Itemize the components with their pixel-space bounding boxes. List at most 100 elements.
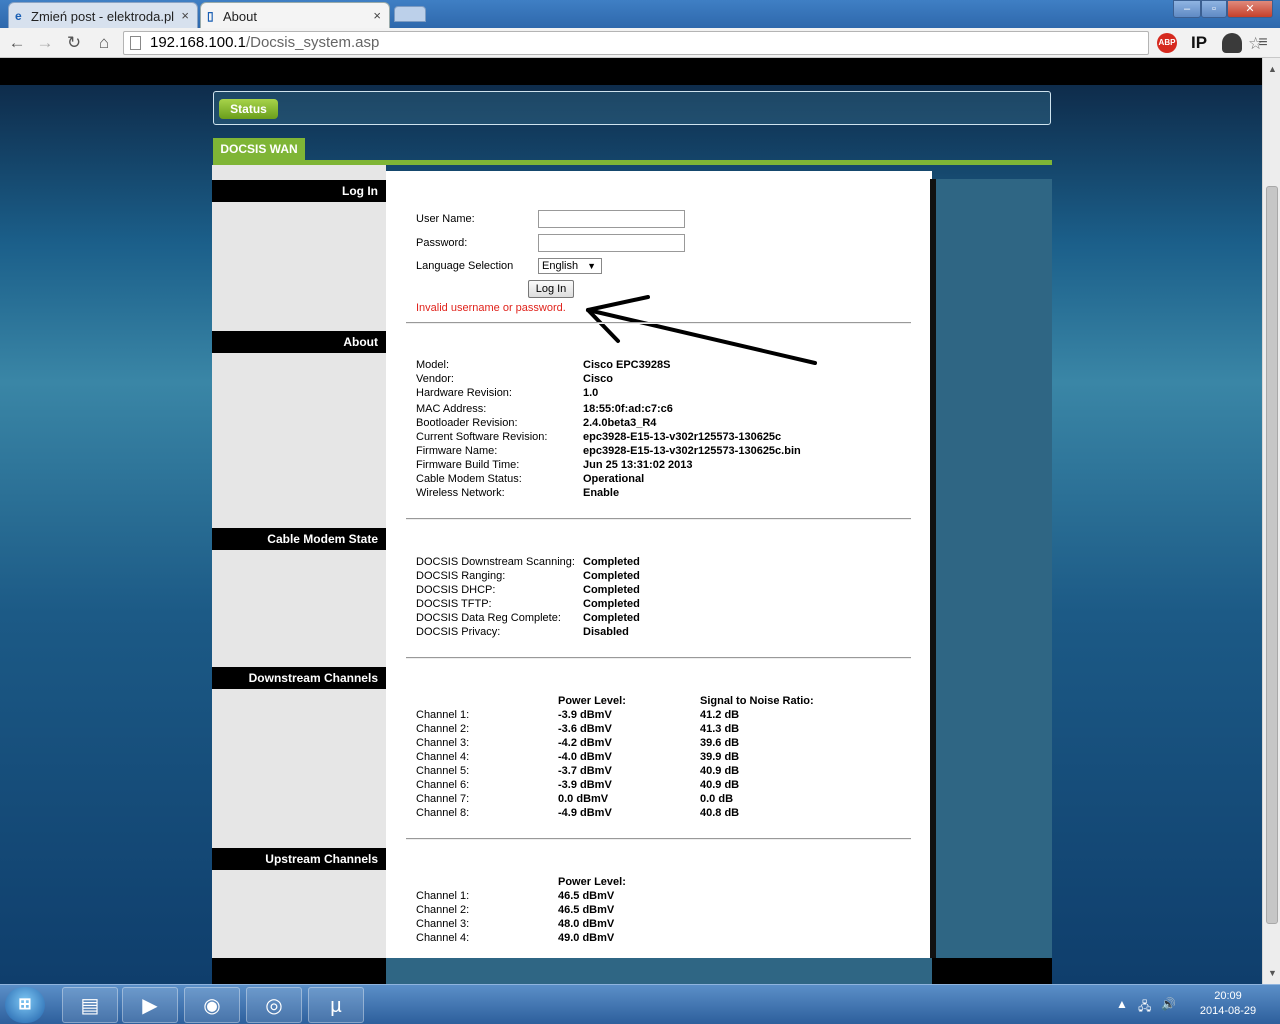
chrome-icon[interactable]: ◎ xyxy=(246,987,302,1023)
minimize-button[interactable]: – xyxy=(1173,0,1201,18)
maximize-button[interactable]: ▫ xyxy=(1201,0,1227,18)
downstream-row-snr: 0.0 dB xyxy=(700,793,734,805)
section-header-downstream: Downstream Channels xyxy=(212,667,386,689)
about-row-label: MAC Address: xyxy=(416,403,487,415)
language-select[interactable]: English ▼ xyxy=(538,258,602,274)
downstream-row-channel: Channel 4: xyxy=(416,751,470,763)
downstream-row-snr: 41.3 dB xyxy=(700,723,740,735)
downstream-row-channel: Channel 1: xyxy=(416,709,470,721)
page-favicon-icon: ▯ xyxy=(207,9,214,23)
section-header-about: About xyxy=(212,331,386,353)
about-row-label: Current Software Revision: xyxy=(416,431,548,443)
downstream-row-channel: Channel 8: xyxy=(416,807,470,819)
status-bar: Status xyxy=(213,91,1051,125)
section-header-cable-modem-state: Cable Modem State xyxy=(212,528,386,550)
upstream-row-power: 46.5 dBmV xyxy=(558,904,615,916)
downstream-row-power: -3.9 dBmV xyxy=(558,779,612,791)
downstream-row-power: -4.9 dBmV xyxy=(558,807,612,819)
utorrent-icon[interactable]: µ xyxy=(308,987,364,1023)
tab-elektroda[interactable]: e Zmień post - elektroda.pl × xyxy=(8,2,198,28)
browser-titlebar: e Zmień post - elektroda.pl × ▯ About × … xyxy=(0,0,1280,28)
tab-label: Zmień post - elektroda.pl xyxy=(31,9,175,24)
scrollbar-thumb[interactable] xyxy=(1266,186,1278,924)
downstream-row-power: -3.9 dBmV xyxy=(558,709,612,721)
forward-icon[interactable]: → xyxy=(34,32,56,54)
status-button[interactable]: Status xyxy=(219,99,278,119)
right-panel xyxy=(936,179,1052,958)
scroll-up-icon[interactable]: ▲ xyxy=(1268,64,1277,74)
close-window-button[interactable]: ✕ xyxy=(1227,0,1273,18)
address-bar[interactable]: 192.168.100.1/Docsis_system.asp ☆ xyxy=(123,31,1263,55)
about-row-value: 2.4.0beta3_R4 xyxy=(583,417,657,429)
dropdown-arrow-icon: ▼ xyxy=(587,261,596,271)
tab-docsis-wan[interactable]: DOCSIS WAN xyxy=(213,138,305,160)
upstream-row-power: 46.5 dBmV xyxy=(558,890,615,902)
about-row-label: Firmware Name: xyxy=(416,445,498,457)
about-row-value: epc3928-E15-13-v302r125573-130625c xyxy=(583,431,782,443)
system-clock[interactable]: 20:09 2014-08-29 xyxy=(1186,989,1270,1019)
steam-icon[interactable]: ◉ xyxy=(184,987,240,1023)
explorer-folder-icon[interactable]: ▤ xyxy=(62,987,118,1023)
password-field[interactable] xyxy=(538,234,685,252)
about-row-label: Bootloader Revision: xyxy=(416,417,518,429)
section-header-login: Log In xyxy=(212,180,386,202)
back-icon[interactable]: ← xyxy=(6,32,28,54)
tab-about[interactable]: ▯ About × xyxy=(200,2,390,28)
top-band xyxy=(0,58,1262,85)
upstream-row-channel: Channel 1: xyxy=(416,890,470,902)
media-player-icon[interactable]: ▶ xyxy=(122,987,178,1023)
home-icon[interactable]: ⌂ xyxy=(93,32,115,54)
username-label: User Name: xyxy=(416,213,475,225)
clock-date: 2014-08-29 xyxy=(1199,1005,1257,1017)
downstream-row-power: 0.0 dBmV xyxy=(558,793,609,805)
helmet-extension-icon[interactable] xyxy=(1222,33,1242,53)
upstream-row-power: 49.0 dBmV xyxy=(558,932,615,944)
login-button[interactable]: Log In xyxy=(528,280,574,298)
network-icon[interactable]: 🖧 xyxy=(1138,997,1151,1018)
url-host: 192.168.100.1 xyxy=(150,34,246,51)
tab-close-icon[interactable]: × xyxy=(181,8,189,23)
about-row-label: Wireless Network: xyxy=(416,487,505,499)
volume-icon[interactable]: 🔊 xyxy=(1161,997,1176,1011)
about-row-value: epc3928-E15-13-v302r125573-130625c.bin xyxy=(583,445,801,457)
ie-favicon-icon: e xyxy=(15,9,22,23)
cms-row-label: DOCSIS Data Reg Complete: xyxy=(416,612,561,624)
cms-row-value: Completed xyxy=(583,584,640,596)
downstream-row-snr: 40.9 dB xyxy=(700,779,740,791)
language-label: Language Selection xyxy=(416,260,514,272)
menu-icon[interactable]: ≡ xyxy=(1252,32,1274,54)
upstream-power-header: Power Level: xyxy=(558,876,626,888)
divider xyxy=(406,838,911,840)
about-row-label: Firmware Build Time: xyxy=(416,459,520,471)
ip-extension-icon[interactable]: IP xyxy=(1188,32,1210,54)
downstream-row-channel: Channel 2: xyxy=(416,723,470,735)
vertical-scrollbar[interactable]: ▲ ▼ xyxy=(1262,58,1280,984)
new-tab-button[interactable] xyxy=(394,6,426,22)
cms-row-label: DOCSIS Privacy: xyxy=(416,626,501,638)
downstream-row-snr: 41.2 dB xyxy=(700,709,740,721)
downstream-row-power: -3.7 dBmV xyxy=(558,765,612,777)
tab-close-icon[interactable]: × xyxy=(373,8,381,23)
cms-row-label: DOCSIS Downstream Scanning: xyxy=(416,556,575,568)
cms-row-label: DOCSIS Ranging: xyxy=(416,570,506,582)
cms-row-value: Completed xyxy=(583,612,640,624)
page-icon xyxy=(130,36,141,50)
start-button[interactable]: ⊞ xyxy=(5,987,45,1023)
downstream-row-snr: 40.8 dB xyxy=(700,807,740,819)
about-row-label: Cable Modem Status: xyxy=(416,473,522,485)
about-row-value: 1.0 xyxy=(583,387,599,399)
page-viewport: Status DOCSIS WAN Log In About Cable Mod… xyxy=(0,58,1262,984)
adblock-icon[interactable]: ABP xyxy=(1157,33,1177,53)
tray-expand-icon[interactable]: ▲ xyxy=(1116,997,1128,1011)
downstream-row-power: -4.0 dBmV xyxy=(558,751,612,763)
reload-icon[interactable]: ↻ xyxy=(63,32,85,54)
scroll-down-icon[interactable]: ▼ xyxy=(1268,968,1277,978)
downstream-row-snr: 40.9 dB xyxy=(700,765,740,777)
username-field[interactable] xyxy=(538,210,685,228)
about-row-label: Model: xyxy=(416,359,450,371)
cms-row-value: Completed xyxy=(583,556,640,568)
error-message: Invalid username or password. xyxy=(416,302,566,314)
windows-taskbar: ⊞ ▤ ▶ ◉ ◎ µ ▲ 🖧 🔊 20:09 2014-08-29 xyxy=(0,984,1280,1024)
cms-row-label: DOCSIS TFTP: xyxy=(416,598,492,610)
divider xyxy=(406,657,911,659)
